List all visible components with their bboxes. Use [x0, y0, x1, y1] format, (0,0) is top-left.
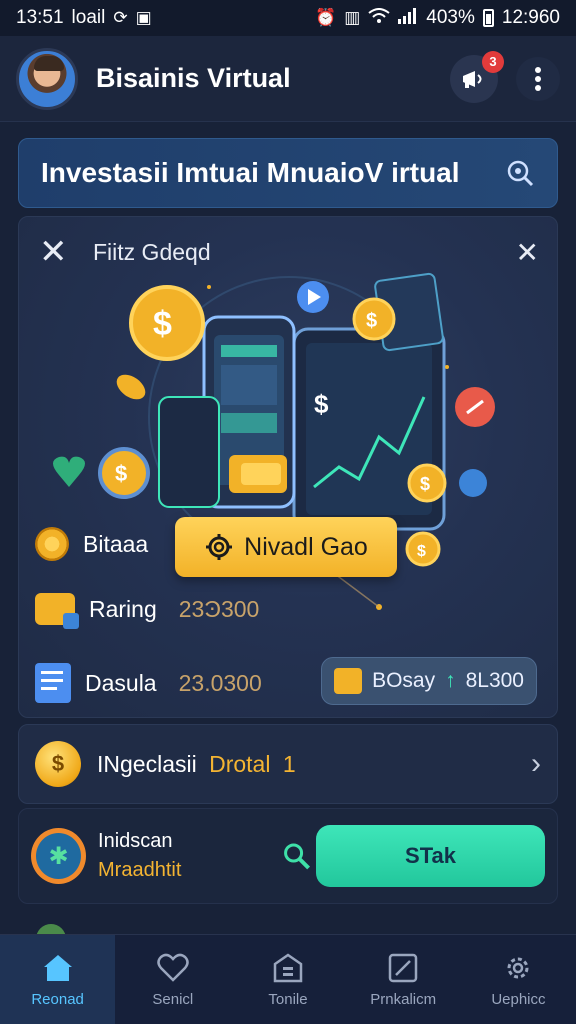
action-row: ✱ Inidscan Mraadhtit STak	[18, 808, 558, 904]
avatar[interactable]	[16, 47, 78, 110]
status-time: 13:51	[16, 7, 64, 28]
status-right: ⏰ ▥ 403% 12:960	[315, 7, 560, 29]
promo-row-1: Bitaaa	[35, 527, 148, 561]
wallet-illustration	[229, 455, 287, 493]
signal-icon	[398, 7, 418, 29]
wallet-icon	[334, 668, 363, 694]
investment-count: 1	[282, 750, 296, 777]
start-button[interactable]: STak	[315, 825, 545, 887]
app-header: Bisainis Virtual 3	[0, 36, 576, 122]
notification-badge: 3	[482, 50, 504, 73]
ring-icon: ✱	[31, 828, 87, 884]
vertical-dots-icon	[535, 66, 541, 91]
more-options-button[interactable]	[516, 56, 560, 101]
promo-row-label: Bitaaa	[83, 530, 149, 557]
battery-percent: 403%	[426, 7, 475, 28]
action-text: Inidscan Mraadhtit	[98, 830, 245, 882]
investment-label: INgeclasii Drotal 1	[97, 751, 531, 778]
nav-item-buildings[interactable]: Tonile	[230, 935, 345, 1024]
bonus-value: 8L300	[465, 669, 524, 692]
nav-item-home[interactable]: Reonad	[0, 935, 116, 1024]
search-icon[interactable]	[505, 158, 535, 188]
sync-icon: ⟳	[113, 8, 128, 27]
cta-label: Nivadl Gao	[244, 532, 368, 561]
nav-label: Uephicc	[491, 991, 546, 1008]
promo-row-value: 23.0300	[178, 669, 262, 696]
svg-text:$: $	[366, 310, 377, 332]
investment-row[interactable]: $ INgeclasii Drotal 1 ›	[18, 724, 558, 804]
promo-illustration: $ $ $ $ $ $	[53, 272, 495, 610]
magnifier-icon[interactable]	[277, 841, 316, 871]
promo-row-2: Raring 23Ͽ300	[35, 593, 260, 629]
document-icon	[35, 663, 71, 703]
close-icon[interactable]: ✕	[39, 235, 68, 269]
folder-icon	[35, 593, 79, 629]
nav-label: Prnkalicm	[370, 991, 437, 1008]
bonus-pill[interactable]: BOsay ↑ 8L300	[321, 657, 537, 705]
nav-label: Reonad	[31, 991, 84, 1008]
megaphone-icon	[463, 70, 482, 88]
nav-label: Tonile	[268, 991, 308, 1008]
bonus-label: BOsay	[372, 669, 436, 692]
battery-icon	[482, 9, 494, 27]
nav-item-edit[interactable]: Prnkalicm	[346, 935, 461, 1024]
wifi-icon	[368, 7, 390, 29]
svg-text:$: $	[115, 461, 127, 486]
alarm-icon: ⏰	[315, 8, 337, 27]
image-icon: ▣	[135, 8, 152, 27]
trend-up-icon: ↑	[445, 669, 456, 692]
nav-label: Senicl	[152, 991, 194, 1008]
back-phone-illustration	[158, 396, 220, 508]
action-subtitle: Mraadhtit	[98, 859, 182, 881]
promo-heading: Fiitz Gdeqd	[93, 239, 211, 265]
gear-icon	[206, 534, 233, 560]
svg-text:$: $	[153, 305, 172, 343]
search-banner[interactable]: Investasii Imtuai MnuaioV irtual	[18, 138, 558, 208]
promo-row-label: Dasula	[85, 669, 157, 696]
dismiss-icon[interactable]: ✕	[516, 239, 539, 267]
chevron-right-icon[interactable]: ›	[531, 747, 541, 781]
investment-title: INgeclasii	[97, 750, 197, 777]
nav-item-favorites[interactable]: Senicl	[115, 935, 230, 1024]
vibrate-icon: ▥	[344, 8, 361, 27]
status-left: 13:51 loail ⟳ ▣	[16, 7, 152, 29]
promo-card: $ $ $ $ $ $ ✕ Fiitz Gdeqd ✕ Bitaaa Nivad…	[18, 216, 558, 718]
svg-text:$: $	[417, 543, 426, 560]
promo-row-3: Dasula 23.0300	[35, 663, 262, 703]
bottom-nav: Reonad Senicl Tonile Prnkalicm Uephicc	[0, 934, 576, 1024]
svg-text:$: $	[420, 474, 430, 494]
home-icon	[40, 951, 76, 985]
nav-item-settings[interactable]: Uephicc	[461, 935, 576, 1024]
promo-row-value: 23Ͽ300	[178, 595, 260, 622]
coin-icon: $	[35, 741, 81, 787]
cta-button[interactable]: Nivadl Gao	[175, 517, 397, 577]
promo-row-label: Raring	[89, 595, 157, 622]
notifications-button[interactable]: 3	[450, 50, 504, 103]
app-title: Bisainis Virtual	[96, 63, 291, 93]
svg-text:$: $	[314, 389, 329, 419]
building-icon	[270, 951, 306, 985]
investment-highlight: Drotal	[209, 750, 271, 777]
settings-icon	[500, 951, 536, 985]
status-bar: 13:51 loail ⟳ ▣ ⏰ ▥ 403% 12:960	[0, 0, 576, 36]
heart-icon	[155, 951, 191, 985]
target-icon	[35, 527, 69, 561]
search-banner-title: Investasii Imtuai MnuaioV irtual	[41, 157, 460, 188]
status-carrier: loail	[71, 7, 106, 28]
status-clock: 12:960	[501, 7, 560, 28]
action-title: Inidscan	[98, 830, 173, 852]
edit-icon	[385, 951, 421, 985]
